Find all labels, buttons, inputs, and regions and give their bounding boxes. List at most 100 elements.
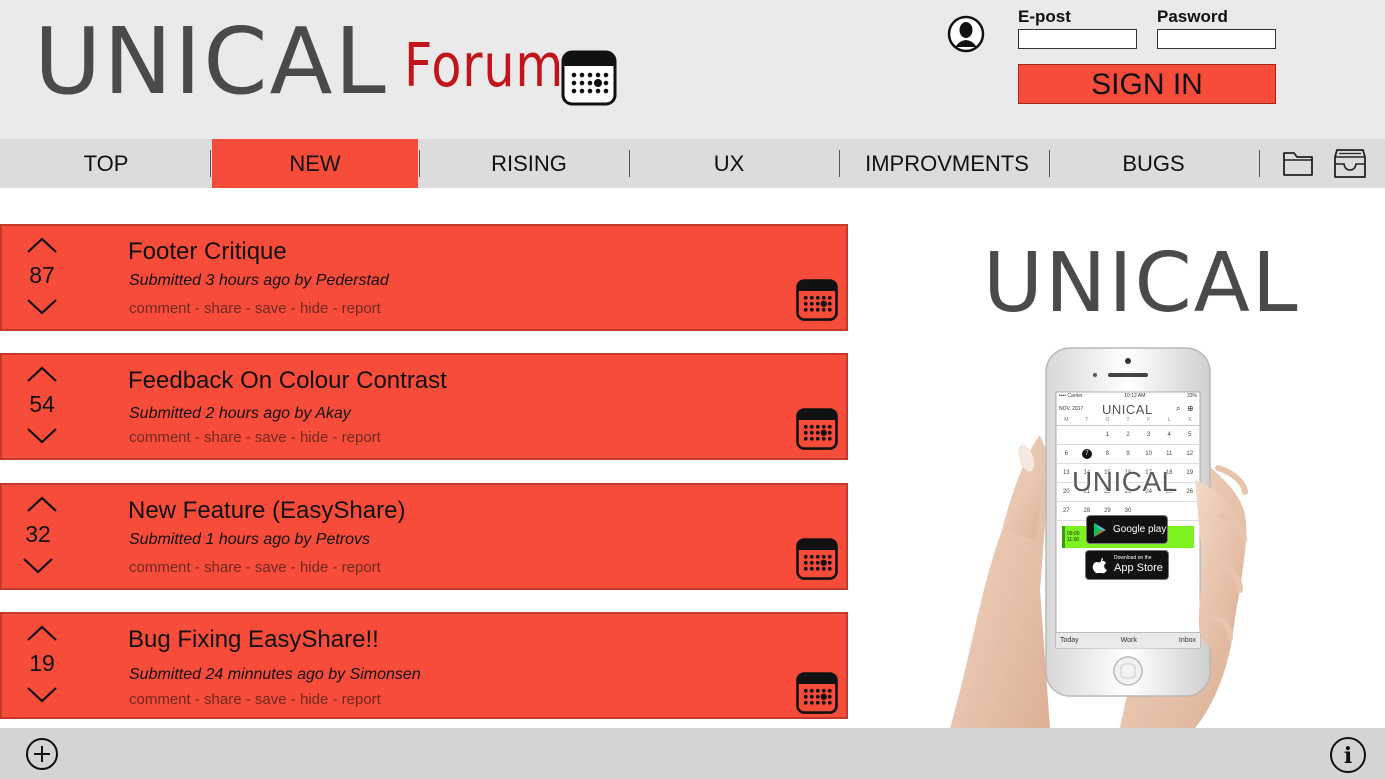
save-link[interactable]: save	[255, 429, 287, 446]
share-link[interactable]: share	[204, 300, 242, 317]
email-label: E-post	[1018, 7, 1071, 26]
calendar-icon[interactable]	[796, 538, 838, 580]
upvote-icon[interactable]	[26, 624, 58, 642]
hide-link[interactable]: hide	[300, 429, 328, 446]
calendar-icon[interactable]	[561, 50, 617, 106]
calendar-day[interactable]: 3	[1138, 432, 1159, 438]
post-title[interactable]: Feedback On Colour Contrast	[128, 367, 447, 395]
vote-count: 32	[25, 521, 51, 547]
calendar-day[interactable]: 1	[1097, 432, 1118, 438]
hide-link[interactable]: hide	[300, 300, 328, 317]
downvote-icon[interactable]	[26, 298, 58, 316]
apple-icon	[1092, 558, 1107, 574]
post-card: 19 Bug Fixing EasyShare!! Submitted 24 m…	[0, 612, 848, 719]
calendar-icon[interactable]	[796, 279, 838, 321]
share-link[interactable]: share	[204, 559, 242, 576]
comment-link[interactable]: comment	[129, 300, 191, 317]
downvote-icon[interactable]	[22, 557, 54, 575]
folder-icon[interactable]	[1282, 149, 1314, 177]
calendar-week-row: 12345	[1056, 426, 1200, 445]
downvote-icon[interactable]	[26, 427, 58, 445]
share-link[interactable]: share	[204, 691, 242, 708]
tab-new[interactable]: NEW	[212, 139, 418, 188]
calendar-day[interactable]: 29	[1097, 508, 1118, 514]
tab-improvments[interactable]: IMPROVMENTS	[840, 139, 1054, 188]
phone-overlay-title: UNICAL	[1072, 466, 1178, 497]
phone-search-icon: ⌕	[1176, 404, 1181, 413]
nav-divider	[210, 150, 211, 177]
phone-app-title: UNICAL	[1102, 402, 1153, 417]
weekday-label: M	[1064, 417, 1069, 423]
vote-count: 54	[29, 391, 55, 417]
comment-link[interactable]: comment	[129, 429, 191, 446]
post-card: 54 Feedback On Colour Contrast Submitted…	[0, 353, 848, 460]
hide-link[interactable]: hide	[300, 691, 328, 708]
calendar-day[interactable]: 4	[1159, 432, 1180, 438]
share-link[interactable]: share	[204, 429, 242, 446]
password-label: Pasword	[1157, 7, 1228, 26]
nav-divider	[1259, 150, 1260, 177]
post-title[interactable]: Footer Critique	[128, 238, 287, 266]
calendar-day[interactable]: 6	[1056, 451, 1077, 457]
unical-logo[interactable]: UNICAL	[34, 16, 388, 108]
vote-count: 19	[29, 650, 55, 676]
save-link[interactable]: save	[255, 559, 287, 576]
upvote-icon[interactable]	[26, 495, 58, 513]
calendar-day[interactable]: 11	[1159, 451, 1180, 457]
upvote-icon[interactable]	[26, 236, 58, 254]
comment-link[interactable]: comment	[129, 559, 191, 576]
tab-top[interactable]: TOP	[2, 139, 210, 188]
downvote-icon[interactable]	[26, 686, 58, 704]
post-meta: Submitted 2 hours ago by Akay	[129, 405, 351, 422]
calendar-icon[interactable]	[796, 672, 838, 714]
post-card: 87 Footer Critique Submitted 3 hours ago…	[0, 224, 848, 331]
report-link[interactable]: report	[342, 691, 381, 708]
post-actions: comment - share - save - hide - report	[129, 300, 381, 317]
tab-rising[interactable]: RISING	[425, 139, 633, 188]
user-avatar-icon[interactable]	[947, 15, 985, 53]
post-card: 32 New Feature (EasyShare) Submitted 1 h…	[0, 483, 848, 590]
weekday-label: O	[1105, 417, 1110, 423]
save-link[interactable]: save	[255, 300, 287, 317]
report-link[interactable]: report	[342, 429, 381, 446]
post-title[interactable]: New Feature (EasyShare)	[128, 497, 405, 525]
add-post-icon[interactable]	[25, 737, 59, 771]
save-link[interactable]: save	[255, 691, 287, 708]
calendar-day[interactable]: 26	[1179, 489, 1200, 495]
report-link[interactable]: report	[342, 300, 381, 317]
calendar-day[interactable]: 5	[1179, 432, 1200, 438]
phone-in-hand-image: •••• Carrier 10:12 AM 33% NOV. 2017 UNIC…	[940, 340, 1260, 728]
app-store-badge[interactable]: Download on the App Store	[1085, 550, 1169, 580]
calendar-day[interactable]: 8	[1097, 451, 1118, 457]
report-link[interactable]: report	[342, 559, 381, 576]
hide-link[interactable]: hide	[300, 559, 328, 576]
calendar-day[interactable]: 19	[1179, 470, 1200, 476]
email-field[interactable]	[1018, 29, 1137, 49]
phone-tab-bar: Today Work Inbox	[1056, 632, 1200, 648]
google-play-badge[interactable]: Google play	[1086, 515, 1168, 544]
promo-logo: UNICAL	[983, 236, 1300, 331]
calendar-day[interactable]: 12	[1179, 451, 1200, 457]
post-title[interactable]: Bug Fixing EasyShare!!	[128, 626, 379, 654]
tab-bugs[interactable]: BUGS	[1052, 139, 1255, 188]
tab-ux[interactable]: UX	[630, 139, 828, 188]
calendar-day[interactable]: 2	[1118, 432, 1139, 438]
calendar-day[interactable]: 30	[1118, 508, 1139, 514]
sign-in-button[interactable]: SIGN IN	[1018, 64, 1276, 104]
comment-link[interactable]: comment	[129, 691, 191, 708]
calendar-day[interactable]: 27	[1056, 508, 1077, 514]
calendar-icon[interactable]	[796, 408, 838, 450]
info-icon[interactable]: i	[1329, 736, 1367, 774]
calendar-day[interactable]: 28	[1077, 508, 1098, 514]
upvote-icon[interactable]	[26, 365, 58, 383]
calendar-day[interactable]: 9	[1118, 451, 1139, 457]
header: UNICAL Forum E-post Pasword SIGN IN	[0, 0, 1385, 139]
calendar-week-row: 6 7 8 9 10 11 12	[1056, 445, 1200, 464]
calendar-day[interactable]: 7	[1077, 449, 1098, 459]
svg-text:i: i	[1344, 743, 1352, 769]
calendar-day[interactable]: 10	[1138, 451, 1159, 457]
inbox-icon[interactable]	[1333, 147, 1367, 179]
phone-status-bar: •••• Carrier 10:12 AM 33%	[1059, 393, 1197, 399]
password-field[interactable]	[1157, 29, 1276, 49]
phone-screen: •••• Carrier 10:12 AM 33% NOV. 2017 UNIC…	[1056, 392, 1200, 648]
